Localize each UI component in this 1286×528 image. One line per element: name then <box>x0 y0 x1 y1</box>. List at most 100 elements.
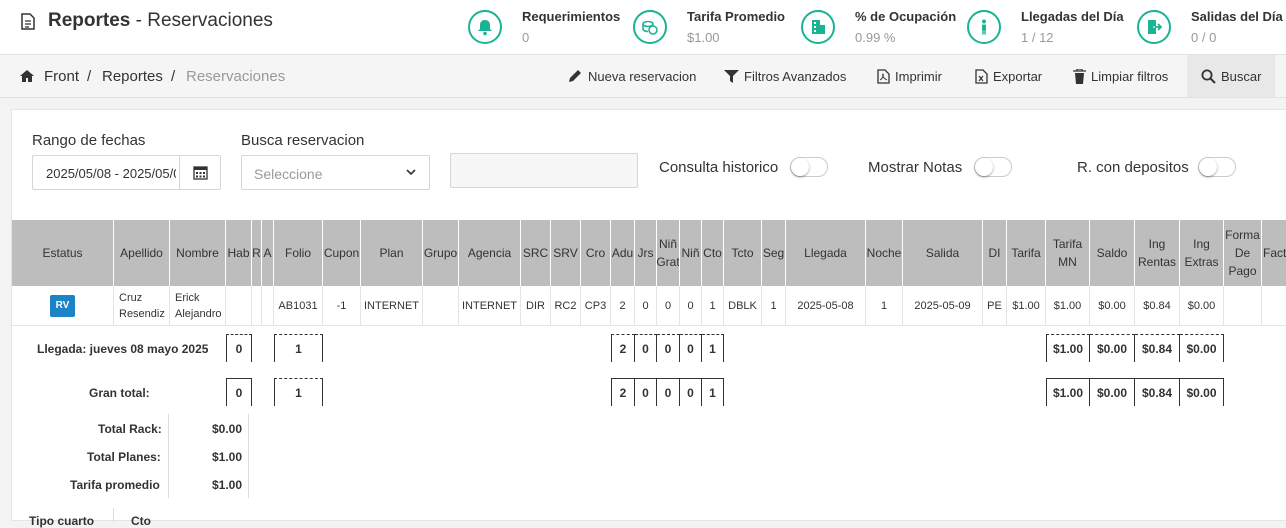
col-r[interactable]: R <box>252 220 262 286</box>
cell-fact <box>1262 286 1286 326</box>
cell-jrs: 0 <box>635 286 657 326</box>
grandtotal-nin: 0 <box>680 378 702 406</box>
col-apellido[interactable]: Apellido <box>114 220 170 286</box>
date-range-input[interactable]: 2025/05/08 - 2025/05/08 <box>32 155 221 190</box>
room-cto-header: Cto <box>131 514 151 528</box>
col-saldo[interactable]: Saldo <box>1090 220 1135 286</box>
col-fact[interactable]: Fact <box>1262 220 1286 286</box>
col-cto[interactable]: Cto <box>702 220 724 286</box>
col-srv[interactable]: SRV <box>551 220 581 286</box>
status-badge[interactable]: RV <box>49 295 76 317</box>
cell-hab <box>226 286 252 326</box>
col-di[interactable]: DI <box>983 220 1007 286</box>
col-ing-rentas[interactable]: Ing Rentas <box>1135 220 1180 286</box>
deposits-toggle[interactable] <box>1198 157 1236 177</box>
cell-di: PE <box>983 286 1007 326</box>
search-text-input[interactable] <box>450 153 638 188</box>
table-row[interactable]: RV Cruz Resendiz Erick Alejandro AB1031 … <box>12 286 1286 326</box>
breadcrumb-bar: Front / Reportes / Reservaciones Nueva r… <box>0 55 1286 98</box>
col-src[interactable]: SRC <box>521 220 551 286</box>
cell-cupon: -1 <box>323 286 361 326</box>
advanced-filters-button[interactable]: Filtros Avanzados <box>724 55 846 97</box>
cell-apellido: Cruz Resendiz <box>114 286 170 326</box>
col-llegada[interactable]: Llegada <box>786 220 866 286</box>
new-reservation-button[interactable]: Nueva reservacion <box>568 55 696 97</box>
cell-folio: AB1031 <box>274 286 323 326</box>
stat-label: Llegadas del Día <box>1021 9 1124 24</box>
col-ing-extras[interactable]: Ing Extras <box>1180 220 1224 286</box>
tarifa-promedio-value: $1.00 <box>212 478 243 492</box>
breadcrumb-reportes[interactable]: Reportes <box>102 68 163 85</box>
button-label: Limpiar filtros <box>1091 68 1169 84</box>
button-label: Imprimir <box>895 68 942 84</box>
filter-icon <box>724 69 739 83</box>
search-reservation-select[interactable]: Seleccione <box>241 155 430 190</box>
subtotal-adu: 2 <box>611 334 635 362</box>
subtotal-saldo: $0.00 <box>1090 334 1135 362</box>
subtotal-folio: 1 <box>274 334 323 362</box>
col-folio[interactable]: Folio <box>274 220 323 286</box>
notes-toggle[interactable] <box>974 157 1012 177</box>
button-label: Nueva reservacion <box>588 68 697 84</box>
col-nombre[interactable]: Nombre <box>170 220 226 286</box>
col-tarifa-mn[interactable]: Tarifa MN <box>1046 220 1090 286</box>
cell-nin-grat: 0 <box>657 286 680 326</box>
cell-grupo <box>423 286 459 326</box>
exit-door-icon <box>1137 10 1171 44</box>
stat-label: Salidas del Día <box>1191 9 1283 24</box>
col-grupo[interactable]: Grupo <box>423 220 459 286</box>
col-agencia[interactable]: Agencia <box>459 220 521 286</box>
subtotal-nin: 0 <box>680 334 702 362</box>
grandtotal-hab: 0 <box>226 378 252 406</box>
col-tcto[interactable]: Tcto <box>724 220 762 286</box>
total-rack-value: $0.00 <box>212 422 243 436</box>
export-button[interactable]: Exportar <box>975 55 1042 97</box>
stat-value: 0.99 % <box>855 30 896 45</box>
stat-value: 1 / 12 <box>1021 30 1054 45</box>
grandtotal-folio: 1 <box>274 378 323 406</box>
print-button[interactable]: Imprimir <box>877 55 942 97</box>
grandtotal-nin-grat: 0 <box>657 378 680 406</box>
breadcrumb-front[interactable]: Front <box>44 68 79 85</box>
room-type-header: Tipo cuarto <box>29 514 95 528</box>
cell-cro: CP3 <box>581 286 611 326</box>
col-a[interactable]: A <box>262 220 274 286</box>
cell-forma-pago <box>1224 286 1262 326</box>
cell-nombre: Erick Alejandro <box>170 286 226 326</box>
col-nin-grat[interactable]: Niñ Grat <box>657 220 680 286</box>
col-noche[interactable]: Noche <box>866 220 903 286</box>
stat-value: $1.00 <box>687 30 720 45</box>
search-button[interactable]: Buscar <box>1187 55 1275 97</box>
col-forma-pago[interactable]: Forma De Pago <box>1224 220 1262 286</box>
col-nin[interactable]: Niñ <box>680 220 702 286</box>
grandtotal-cto: 1 <box>702 378 724 406</box>
history-label: Consulta historico <box>659 159 779 176</box>
cell-r <box>252 286 262 326</box>
clear-filters-button[interactable]: Limpiar filtros <box>1073 55 1168 97</box>
grandtotal-ing-rentas: $0.84 <box>1135 378 1180 406</box>
calendar-icon[interactable] <box>179 156 220 189</box>
button-label: Buscar <box>1221 68 1262 84</box>
home-icon[interactable] <box>20 70 34 82</box>
stat-label: Tarifa Promedio <box>687 9 786 24</box>
col-hab[interactable]: Hab <box>226 220 252 286</box>
col-tarifa[interactable]: Tarifa <box>1007 220 1046 286</box>
col-cro[interactable]: Cro <box>581 220 611 286</box>
col-cupon[interactable]: Cupon <box>323 220 361 286</box>
col-adu[interactable]: Adu <box>611 220 635 286</box>
select-placeholder: Seleccione <box>254 166 323 182</box>
breadcrumb-separator: / <box>171 68 176 85</box>
cell-agencia: INTERNET <box>459 286 521 326</box>
search-reservation-label: Busca reservacion <box>241 132 365 149</box>
col-plan[interactable]: Plan <box>361 220 423 286</box>
history-toggle[interactable] <box>790 157 828 177</box>
col-salida[interactable]: Salida <box>903 220 983 286</box>
notes-label: Mostrar Notas <box>868 159 963 176</box>
cell-status: RV <box>12 286 114 326</box>
col-seg[interactable]: Seg <box>762 220 786 286</box>
col-estatus[interactable]: Estatus <box>12 220 114 286</box>
grandtotal-adu: 2 <box>611 378 635 406</box>
col-jrs[interactable]: Jrs <box>635 220 657 286</box>
breadcrumb-separator: / <box>87 68 92 85</box>
grandtotal-jrs: 0 <box>635 378 657 406</box>
